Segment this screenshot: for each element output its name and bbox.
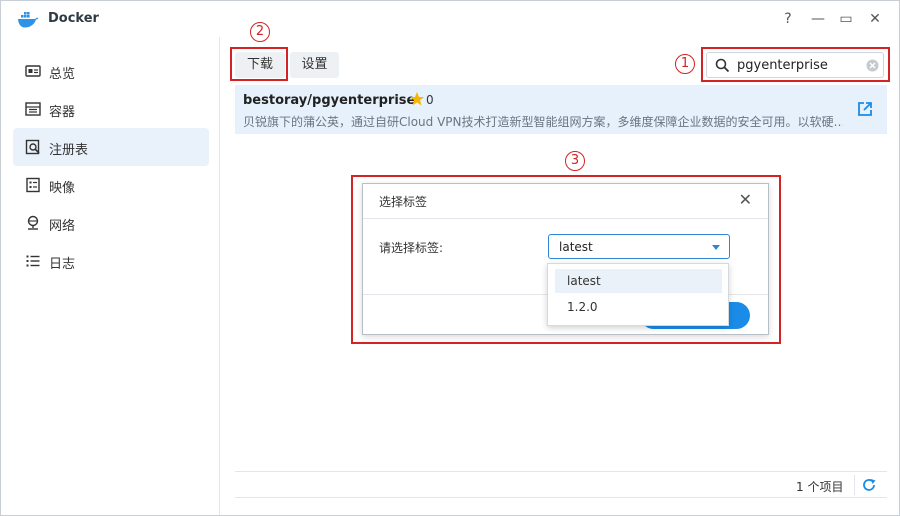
footer-bottom-divider	[235, 497, 887, 498]
sidebar-item-image[interactable]: 映像	[13, 166, 209, 204]
refresh-icon[interactable]	[862, 478, 876, 492]
highlight-frame-search	[701, 47, 890, 82]
image-icon	[26, 177, 40, 193]
annotation-marker-3: 3	[565, 151, 585, 171]
close-icon[interactable]: ✕	[865, 9, 885, 29]
item-count: 1 个项目	[796, 480, 844, 494]
registry-icon	[25, 139, 40, 155]
image-name: bestoray/pgyenterprise	[243, 93, 416, 108]
sidebar-item-network[interactable]: 网络	[13, 204, 209, 242]
docker-window: Docker ? — ▭ ✕ 总览 容器 注册表 映像 网络 日志 下载 设置 …	[0, 0, 900, 516]
sidebar-item-label: 注册表	[49, 143, 89, 158]
sidebar-item-label: 容器	[49, 105, 76, 120]
minimize-icon[interactable]: —	[808, 9, 828, 29]
annotation-marker-1: 1	[675, 54, 695, 74]
image-description: 贝锐旗下的蒲公英，通过自研Cloud VPN技术打造新型智能组网方案，多维度保障…	[243, 115, 843, 129]
external-link-icon[interactable]	[857, 101, 873, 117]
help-icon[interactable]: ?	[778, 9, 798, 29]
registry-result-row[interactable]: bestoray/pgyenterprise 0 贝锐旗下的蒲公英，通过自研Cl…	[235, 85, 887, 134]
highlight-frame-download	[230, 47, 288, 81]
annotation-marker-2: 2	[250, 22, 270, 42]
sidebar-item-container[interactable]: 容器	[13, 90, 209, 128]
footer-divider	[235, 471, 887, 472]
app-title: Docker	[48, 11, 99, 26]
sidebar-item-label: 日志	[49, 257, 76, 272]
docker-logo-icon	[18, 12, 39, 28]
sidebar-item-registry[interactable]: 注册表	[13, 128, 209, 166]
maximize-icon[interactable]: ▭	[836, 9, 856, 29]
sidebar-item-label: 总览	[49, 67, 76, 82]
title-bar: Docker ? — ▭ ✕	[1, 1, 899, 37]
sidebar: 总览 容器 注册表 映像 网络 日志	[1, 37, 220, 515]
overview-icon	[25, 65, 41, 77]
star-count: 0	[426, 93, 434, 107]
log-icon	[26, 255, 40, 267]
sidebar-item-label: 网络	[49, 219, 76, 234]
sidebar-item-log[interactable]: 日志	[13, 242, 209, 280]
network-icon	[27, 215, 39, 230]
sidebar-item-overview[interactable]: 总览	[13, 52, 209, 90]
sidebar-item-label: 映像	[49, 181, 76, 196]
star-icon	[410, 92, 424, 106]
highlight-frame-dialog	[351, 175, 781, 344]
container-icon	[25, 102, 41, 116]
footer-separator	[854, 475, 855, 495]
settings-button[interactable]: 设置	[290, 52, 339, 78]
